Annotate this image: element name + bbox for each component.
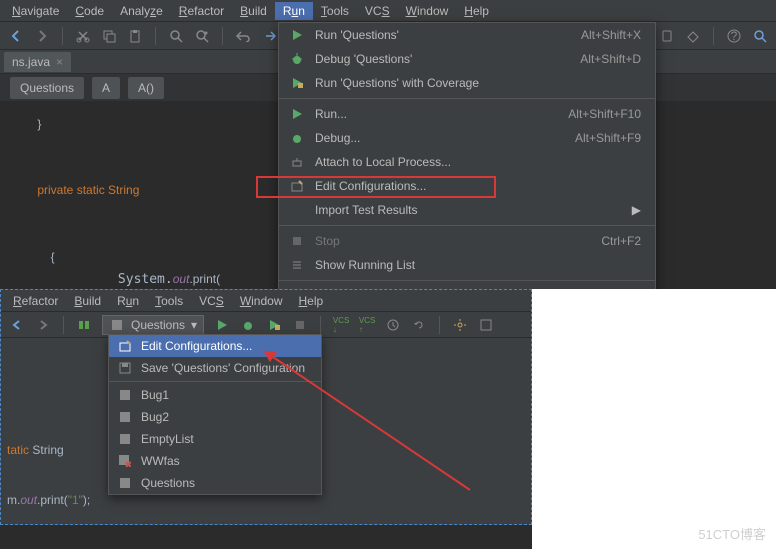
play-shield-icon: [289, 75, 305, 91]
menu2-run[interactable]: Run: [109, 292, 147, 310]
forward-icon[interactable]: [34, 28, 50, 44]
help-icon[interactable]: ?: [726, 28, 742, 44]
menu2-help[interactable]: Help: [291, 292, 332, 310]
debug-ellipsis[interactable]: Debug... Alt+Shift+F9: [279, 126, 655, 150]
structure-icon[interactable]: [478, 317, 494, 333]
debug-questions[interactable]: Debug 'Questions' Alt+Shift+D: [279, 47, 655, 71]
menu-code[interactable]: Code: [67, 2, 112, 20]
config-wwfas[interactable]: WWfas: [109, 450, 321, 472]
undo-icon[interactable]: [235, 28, 251, 44]
app-icon: [117, 475, 133, 491]
save-configuration[interactable]: Save 'Questions' Configuration: [109, 357, 321, 379]
run-config-label: Questions: [131, 318, 185, 332]
edit-configurations[interactable]: Edit Configurations...: [279, 174, 655, 198]
paste-icon[interactable]: [127, 28, 143, 44]
forward-icon[interactable]: [35, 317, 51, 333]
import-test-results[interactable]: Import Test Results ▶: [279, 198, 655, 222]
watermark: 51CTO博客: [698, 524, 766, 543]
bug-icon: [289, 51, 305, 67]
play-icon[interactable]: [214, 317, 230, 333]
run-config-dropdown: Edit Configurations... Save 'Questions' …: [108, 334, 322, 495]
settings-icon[interactable]: [452, 317, 468, 333]
bug-icon[interactable]: [240, 317, 256, 333]
play-icon: [289, 106, 305, 122]
white-background: [532, 289, 776, 549]
stop-item: Stop Ctrl+F2: [279, 229, 655, 253]
vcs-commit-icon[interactable]: VCS↑: [359, 317, 375, 333]
edit-config-icon: [117, 338, 133, 354]
stop-icon: [289, 233, 305, 249]
back-icon[interactable]: [8, 28, 24, 44]
menu-navigate[interactable]: NNavigateavigate: [4, 2, 67, 20]
sync-icon[interactable]: [76, 317, 92, 333]
show-running-list[interactable]: Show Running List: [279, 253, 655, 277]
dropdown-arrow-icon: ▾: [191, 318, 197, 332]
ide-window: NNavigateavigate Code Analyze Refactor B…: [0, 0, 776, 549]
app-error-icon: [117, 453, 133, 469]
menu2-tools[interactable]: Tools: [147, 292, 191, 310]
inset-screenshot: Refactor Build Run Tools VCS Window Help…: [0, 289, 532, 525]
menu-help[interactable]: Help: [456, 2, 497, 20]
revert-icon[interactable]: [411, 317, 427, 333]
menu2-refactor[interactable]: Refactor: [5, 292, 66, 310]
attach-icon: [289, 154, 305, 170]
config-bug1[interactable]: Bug1: [109, 384, 321, 406]
cut-icon[interactable]: [75, 28, 91, 44]
vcs-update-icon[interactable]: VCS↓: [333, 317, 349, 333]
app-icon: [109, 317, 125, 333]
app-icon: [117, 409, 133, 425]
menu-analyze[interactable]: Analyze: [112, 2, 171, 20]
run-questions[interactable]: Run 'Questions' Alt+Shift+X: [279, 23, 655, 47]
submenu-arrow-icon: ▶: [632, 203, 641, 217]
tab-label: ns.java: [12, 55, 50, 69]
menu2-vcs[interactable]: VCS: [191, 292, 232, 310]
find-icon[interactable]: [168, 28, 184, 44]
save-icon: [117, 360, 133, 376]
app-icon: [117, 431, 133, 447]
menu-window[interactable]: Window: [398, 2, 457, 20]
app-icon: [117, 387, 133, 403]
sdk-icon[interactable]: [685, 28, 701, 44]
menu-refactor[interactable]: Refactor: [171, 2, 232, 20]
bug-icon: [289, 130, 305, 146]
attach-process[interactable]: Attach to Local Process...: [279, 150, 655, 174]
stop-icon[interactable]: [292, 317, 308, 333]
coverage-icon[interactable]: [266, 317, 282, 333]
back-icon[interactable]: [9, 317, 25, 333]
play-icon: [289, 27, 305, 43]
config-emptylist[interactable]: EmptyList: [109, 428, 321, 450]
run-ellipsis[interactable]: Run... Alt+Shift+F10: [279, 102, 655, 126]
close-tab-icon[interactable]: ×: [56, 55, 63, 69]
run-coverage[interactable]: Run 'Questions' with Coverage: [279, 71, 655, 95]
config-bug2[interactable]: Bug2: [109, 406, 321, 428]
search-everywhere-icon[interactable]: [752, 28, 768, 44]
menu2-build[interactable]: Build: [66, 292, 109, 310]
history-icon[interactable]: [385, 317, 401, 333]
list-icon: [289, 257, 305, 273]
file-tab[interactable]: ns.java ×: [4, 52, 71, 72]
breadcrumb-method[interactable]: A(): [128, 77, 164, 99]
menubar-2: Refactor Build Run Tools VCS Window Help: [1, 290, 531, 312]
copy-icon[interactable]: [101, 28, 117, 44]
menu-tools[interactable]: Tools: [313, 2, 357, 20]
svg-text:?: ?: [731, 29, 738, 43]
edit-configurations-2[interactable]: Edit Configurations...: [109, 335, 321, 357]
redo-icon[interactable]: [261, 28, 277, 44]
run-config-selector[interactable]: Questions ▾: [102, 315, 204, 335]
config-questions[interactable]: Questions: [109, 472, 321, 494]
breadcrumb-class[interactable]: Questions: [10, 77, 84, 99]
breadcrumb-inner[interactable]: A: [92, 77, 120, 99]
avd-icon[interactable]: [659, 28, 675, 44]
menu-vcs[interactable]: VCS: [357, 2, 398, 20]
replace-icon[interactable]: [194, 28, 210, 44]
menu-build[interactable]: Build: [232, 2, 275, 20]
menubar: NNavigateavigate Code Analyze Refactor B…: [0, 0, 776, 22]
menu-run[interactable]: Run: [275, 2, 313, 20]
menu2-window[interactable]: Window: [232, 292, 291, 310]
edit-config-icon: [289, 178, 305, 194]
